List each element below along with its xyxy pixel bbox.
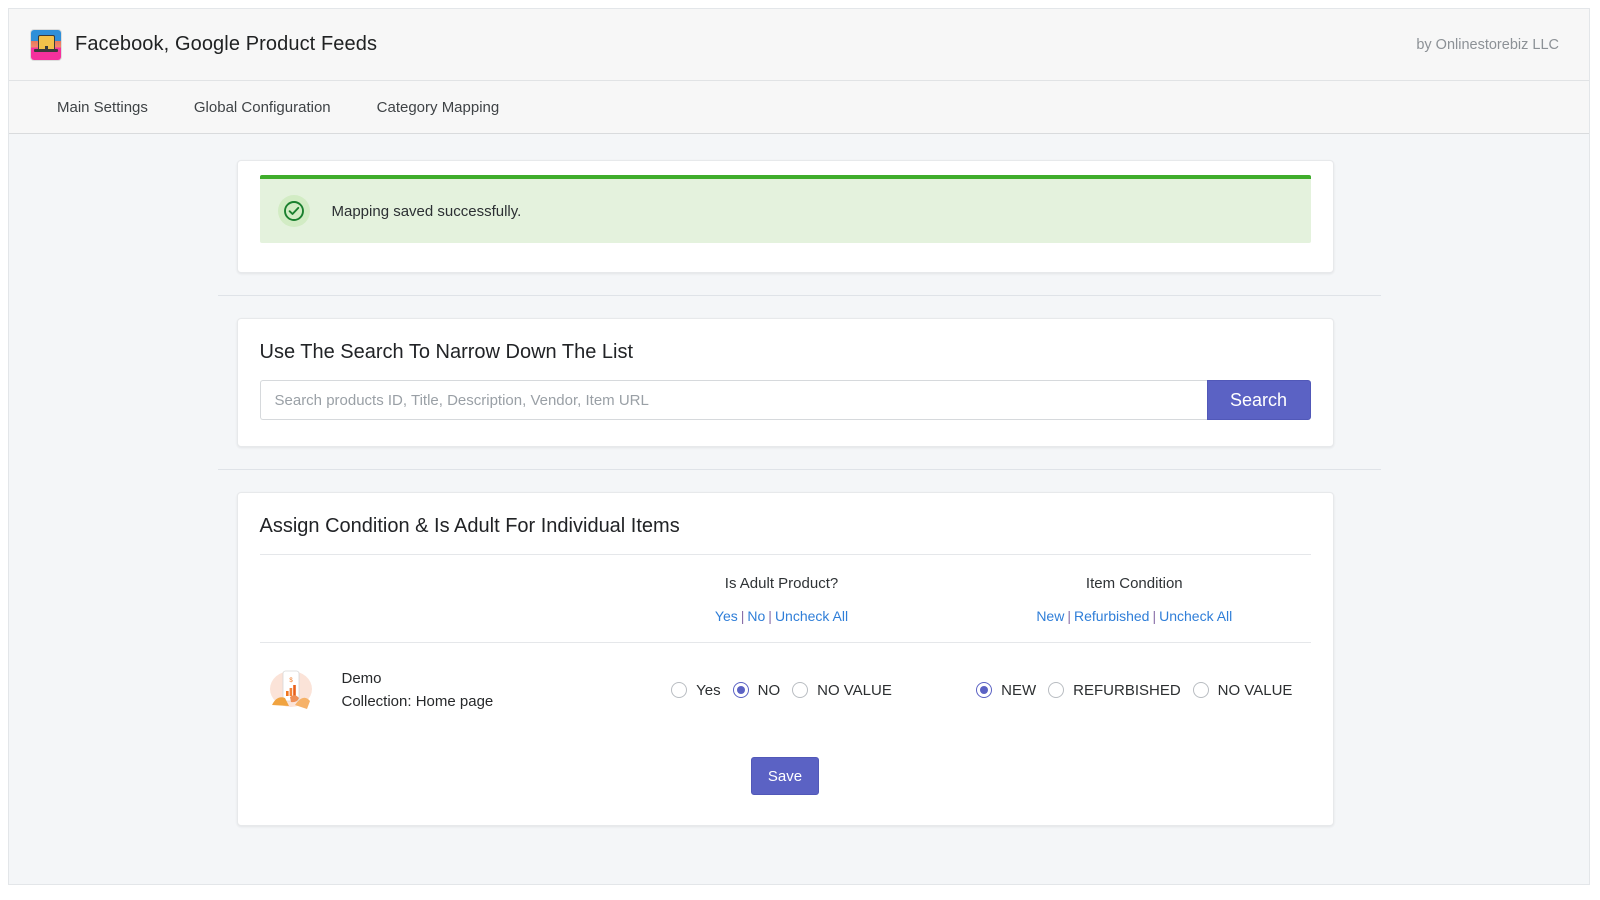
shop-app-icon [31, 29, 61, 60]
search-input[interactable] [259, 380, 1207, 420]
search-section: Use The Search To Narrow Down The List S… [218, 318, 1381, 447]
main-navigation: Main Settings Global Configuration Categ… [9, 81, 1589, 134]
search-button[interactable]: Search [1206, 380, 1311, 420]
is-adult-radio-group: Yes NO NO VALUE [605, 682, 958, 699]
radio-condition-no-value[interactable]: NO VALUE [1192, 681, 1293, 699]
app-byline: by Onlinestorebiz LLC [1416, 36, 1559, 53]
radio-adult-no-label: NO [757, 681, 781, 699]
adult-link-uncheck-all[interactable]: Uncheck All [775, 608, 848, 624]
tab-main-settings[interactable]: Main Settings [51, 95, 154, 120]
radio-adult-no-value-label: NO VALUE [817, 681, 892, 699]
assign-section: Assign Condition & Is Adult For Individu… [218, 492, 1381, 826]
adult-link-yes[interactable]: Yes [715, 608, 738, 624]
quicklink-separator: | [1067, 608, 1071, 624]
search-card: Use The Search To Narrow Down The List S… [236, 318, 1334, 447]
adult-link-no[interactable]: No [747, 608, 765, 624]
radio-adult-yes[interactable]: Yes [671, 681, 721, 699]
quicklink-separator: | [768, 608, 772, 624]
quicklink-separator: | [1152, 608, 1157, 624]
table-header-row: Is Adult Product? Item Condition [259, 554, 1311, 592]
radio-condition-no-value-label: NO VALUE [1217, 681, 1293, 699]
product-collection: Collection: Home page [341, 693, 494, 710]
quicklink-separator: | [740, 608, 745, 624]
search-row: Search [259, 380, 1311, 420]
item-condition-cell: NEW REFURBISHED NO VALUE [958, 642, 1311, 739]
condition-link-new[interactable]: New [1036, 608, 1064, 624]
banner-card: Mapping saved successfully. [236, 160, 1334, 273]
quicklinks-item-condition: New | Refurbished | Uncheck All [958, 592, 1310, 643]
is-adult-cell: Yes NO NO VALUE [604, 642, 959, 739]
assign-heading: Assign Condition & Is Adult For Individu… [259, 515, 680, 537]
app-header: Facebook, Google Product Feeds by Online… [9, 9, 1589, 81]
radio-adult-no-dot[interactable] [732, 682, 749, 698]
radio-adult-no-value[interactable]: NO VALUE [792, 682, 892, 699]
column-header-product [259, 554, 605, 592]
tab-global-configuration[interactable]: Global Configuration [188, 95, 337, 120]
save-button[interactable]: Save [751, 757, 819, 795]
radio-condition-refurbished[interactable]: REFURBISHED [1048, 682, 1181, 699]
radio-condition-refurbished-label: REFURBISHED [1073, 681, 1181, 699]
column-header-is-adult: Is Adult Product? [604, 554, 959, 592]
condition-link-refurbished[interactable]: Refurbished [1074, 608, 1150, 624]
page-title: Facebook, Google Product Feeds [75, 33, 378, 55]
radio-condition-refurbished-dot[interactable] [1048, 682, 1065, 698]
quicklinks-product-spacer [260, 592, 605, 643]
radio-condition-no-value-dot[interactable] [1192, 682, 1209, 698]
app-viewport: Facebook, Google Product Feeds by Online… [8, 8, 1590, 885]
product-thumbnail-phone-chart: $ [261, 661, 320, 719]
column-header-item-condition: Item Condition [958, 554, 1311, 592]
assign-table: Is Adult Product? Item Condition Yes | No |… [259, 554, 1311, 739]
product-cell: $ Demo Collection: Home page [259, 642, 605, 739]
product-title: Demo [341, 669, 382, 687]
radio-adult-no[interactable]: NO [732, 681, 781, 699]
page-body: Mapping saved successfully. Use The Sear… [9, 134, 1589, 884]
status-banner-success: Mapping saved successfully. [259, 175, 1311, 243]
radio-adult-yes-dot[interactable] [671, 682, 688, 698]
item-condition-radio-group: NEW REFURBISHED NO VALUE [958, 682, 1310, 699]
radio-condition-new[interactable]: NEW [976, 682, 1036, 699]
radio-condition-new-label: NEW [1001, 681, 1037, 699]
assign-card: Assign Condition & Is Adult For Individu… [236, 492, 1334, 826]
radio-condition-new-dot[interactable] [976, 682, 993, 698]
search-heading: Use The Search To Narrow Down The List [259, 341, 634, 363]
save-row: Save [260, 739, 1311, 795]
banner-section: Mapping saved successfully. [218, 160, 1381, 273]
tab-category-mapping[interactable]: Category Mapping [371, 95, 506, 120]
status-banner-message: Mapping saved successfully. [331, 202, 522, 220]
table-row: $ Demo Collection: Home page Yes NO NO V… [259, 642, 1311, 739]
radio-adult-yes-label: Yes [696, 681, 721, 699]
radio-adult-no-value-dot[interactable] [792, 682, 809, 698]
app-brand: Facebook, Google Product Feeds [31, 29, 378, 60]
condition-link-uncheck-all[interactable]: Uncheck All [1159, 608, 1232, 624]
check-circle-icon [277, 195, 310, 227]
table-quicklinks-row: Yes | No | Uncheck All New | Refurbished | Unche… [260, 592, 1311, 643]
quicklinks-is-adult: Yes | No | Uncheck All [605, 592, 958, 643]
